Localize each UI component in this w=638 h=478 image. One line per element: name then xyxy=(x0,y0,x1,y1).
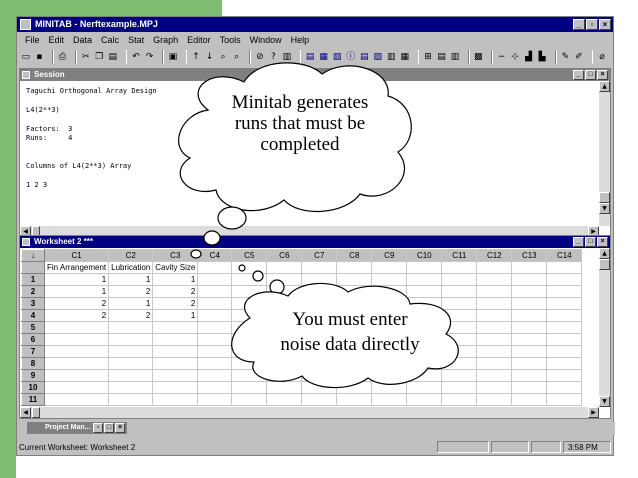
top-callout-line: completed xyxy=(260,134,340,155)
top-callout-line: runs that must be xyxy=(234,113,366,134)
top-callout-text: Minitab generates runs that must be comp… xyxy=(208,92,392,155)
bottom-callout-line: You must enter xyxy=(292,309,408,330)
callout-overlay xyxy=(178,62,459,389)
bottom-callout-text: You must enter noise data directly xyxy=(262,307,438,357)
bottom-callout-line: noise data directly xyxy=(280,334,420,355)
top-callout-line: Minitab generates xyxy=(231,92,369,113)
